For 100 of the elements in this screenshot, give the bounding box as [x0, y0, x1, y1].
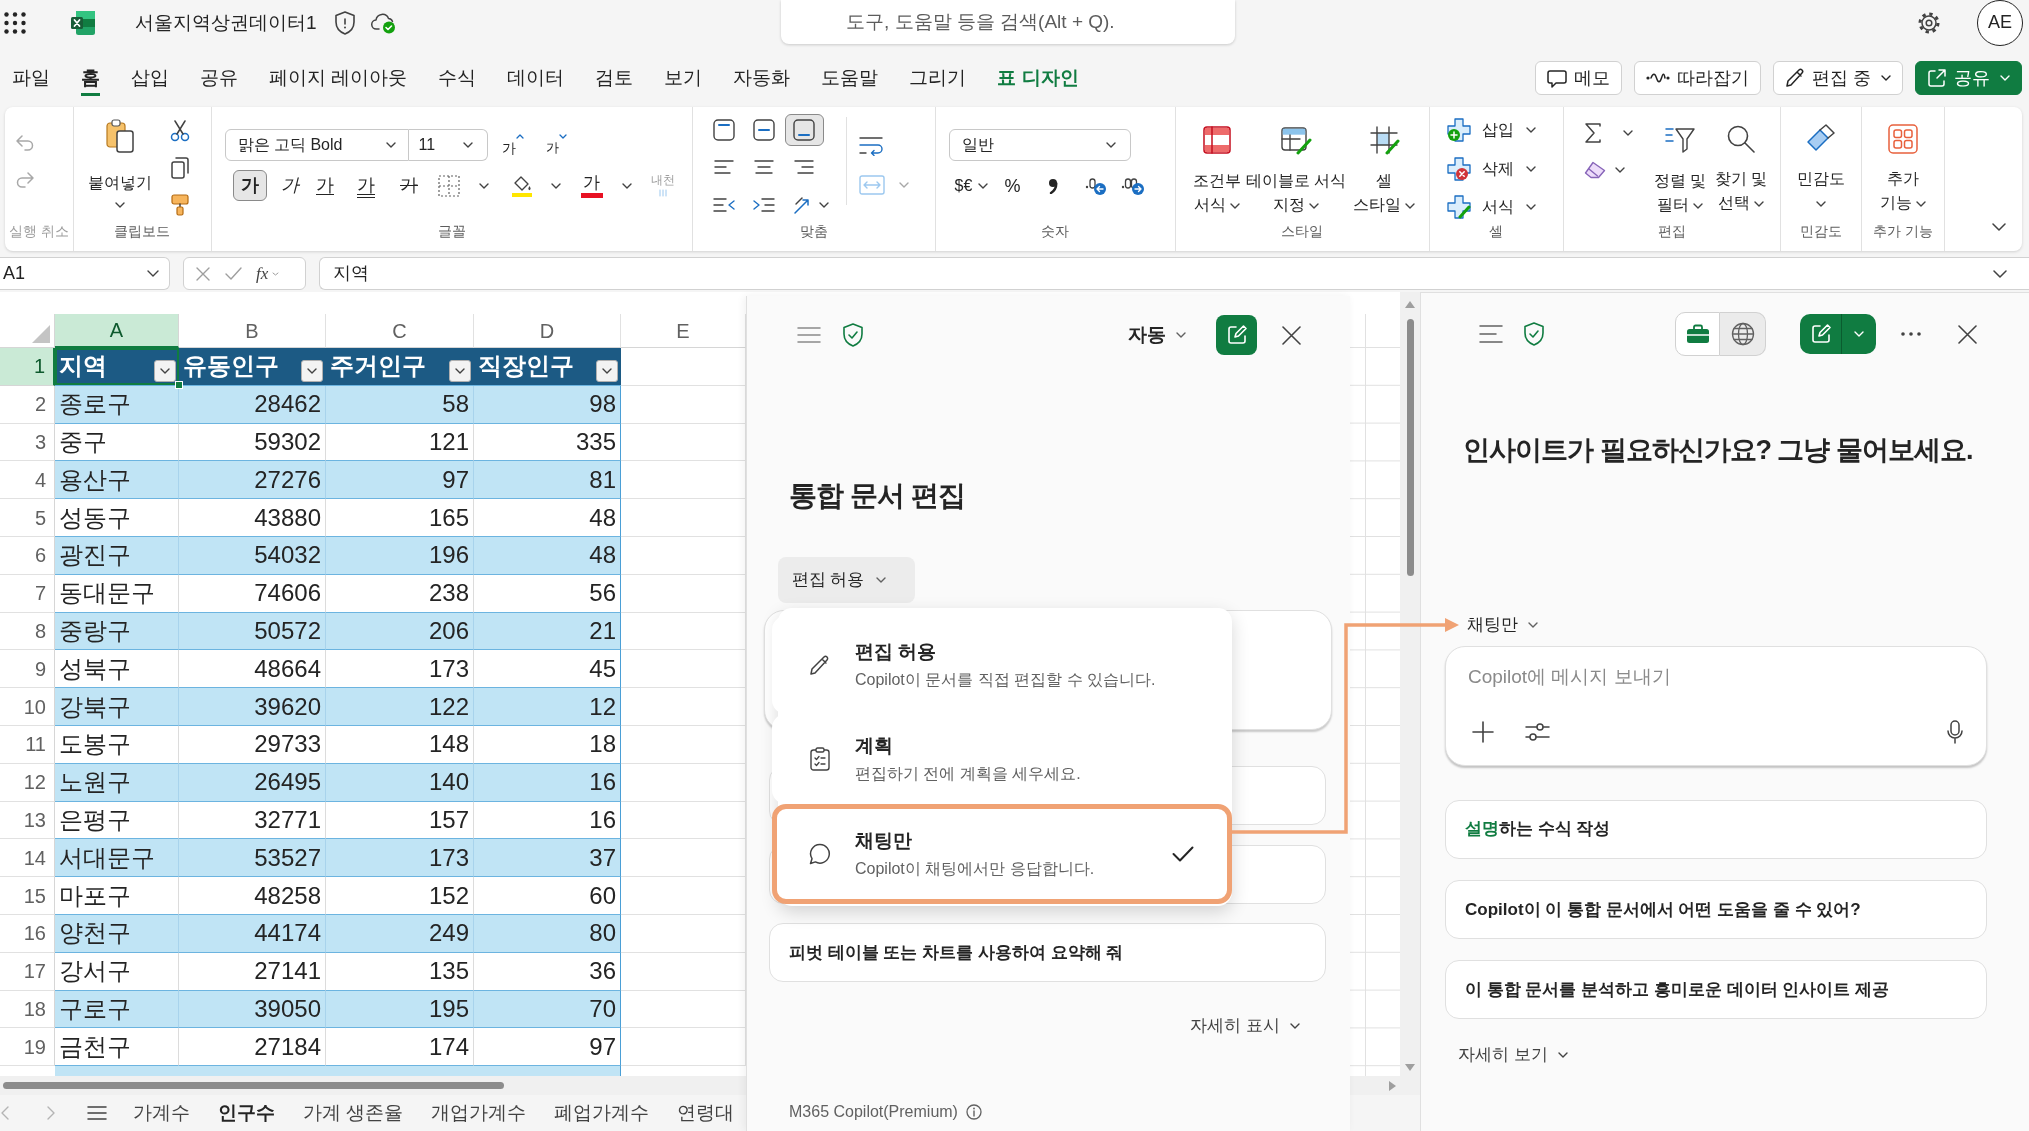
sort-filter-button[interactable]: 정렬 및 필터	[1650, 107, 1709, 215]
row-number[interactable]: 17	[0, 952, 55, 991]
editing-mode-button[interactable]: 편집 중	[1773, 61, 1903, 95]
ribbon-tab[interactable]: 보기	[664, 60, 703, 96]
row-number[interactable]: 8	[0, 612, 55, 651]
info-icon[interactable]	[965, 1104, 982, 1120]
grid-cell[interactable]	[621, 952, 746, 991]
sheet-tab[interactable]: 가계 생존율	[289, 1101, 418, 1125]
conditional-formatting-button[interactable]: 조건부 서식	[1189, 107, 1245, 215]
insert-cells-button[interactable]: 삽입	[1446, 118, 1563, 142]
filter-button[interactable]	[449, 360, 471, 383]
increase-decimal-icon[interactable]	[1085, 175, 1108, 196]
double-underline-button[interactable]: 가	[349, 170, 383, 201]
sheet-tab[interactable]: 폐업가계수	[540, 1101, 664, 1125]
ribbon-tab[interactable]: 도움말	[821, 60, 879, 96]
align-right-icon[interactable]	[794, 160, 814, 175]
fill-handle[interactable]	[175, 380, 183, 389]
sliders-icon[interactable]	[1525, 722, 1550, 742]
grid-cell[interactable]	[621, 688, 746, 726]
decrease-decimal-icon[interactable]	[1121, 175, 1146, 196]
table-header-cell[interactable]: 직장인구	[474, 348, 621, 386]
scissors-icon[interactable]	[169, 120, 190, 142]
ribbon-tab[interactable]: 데이터	[507, 60, 565, 96]
wrap-text-icon[interactable]	[859, 136, 883, 156]
table-header-cell[interactable]: 주거인구	[326, 348, 474, 386]
column-header[interactable]: B	[179, 314, 326, 348]
row-number[interactable]: 13	[0, 801, 55, 840]
format-as-table-button[interactable]: 테이블로 서식 지정	[1246, 107, 1346, 215]
eraser-icon[interactable]	[1583, 161, 1606, 179]
sheet-tab[interactable]: 가계수	[119, 1101, 204, 1125]
show-more-button[interactable]: 자세히 표시	[1190, 1014, 1300, 1038]
close-icon[interactable]	[1282, 325, 1301, 345]
row-number[interactable]: 11	[0, 725, 55, 764]
chevron-down-icon[interactable]	[978, 182, 989, 189]
scrollbar-thumb[interactable]	[1406, 319, 1414, 576]
menu-icon[interactable]	[87, 1106, 107, 1120]
microphone-icon[interactable]	[1947, 720, 1963, 744]
scope-tab[interactable]	[1720, 311, 1766, 357]
borders-icon[interactable]	[437, 174, 460, 197]
grid-cell[interactable]	[621, 1028, 746, 1067]
row-number[interactable]: 7	[0, 574, 55, 613]
currency-format-button[interactable]: $€	[954, 175, 973, 196]
column-header[interactable]: E	[621, 314, 746, 348]
filter-button[interactable]	[596, 360, 618, 383]
chevron-down-icon[interactable]	[819, 201, 829, 208]
ribbon-tab[interactable]: 페이지 레이아웃	[269, 60, 408, 96]
settings-icon[interactable]	[1917, 10, 1941, 35]
mode-dropdown-button[interactable]: 편집 허용	[777, 557, 915, 603]
ribbon-tab[interactable]: 자동화	[733, 60, 791, 96]
grid-cell[interactable]	[621, 725, 746, 764]
italic-button[interactable]: 가	[273, 170, 307, 201]
shield-icon[interactable]	[334, 10, 355, 35]
grid-cell[interactable]	[621, 499, 746, 537]
find-select-button[interactable]: 찾기 및 선택	[1711, 107, 1770, 215]
copy-icon[interactable]	[170, 157, 189, 179]
comment-button[interactable]: 메모	[1535, 61, 1622, 95]
font-name-dropdown[interactable]: 맑은 고딕 Bold	[224, 129, 409, 161]
scope-tab[interactable]	[1674, 311, 1721, 357]
number-format-dropdown[interactable]: 일반	[948, 129, 1131, 161]
row-number[interactable]: 1	[0, 348, 55, 386]
grid-cell[interactable]	[621, 763, 746, 802]
message-input[interactable]: Copilot에 메시지 보내기	[1468, 663, 1964, 691]
add-ins-button[interactable]: 추가 기능	[1872, 107, 1933, 215]
formula-input[interactable]: 지역	[318, 257, 2029, 290]
underline-button[interactable]: 가	[308, 170, 342, 201]
row-number[interactable]: 15	[0, 877, 55, 915]
more-icon[interactable]	[1900, 332, 1921, 336]
comma-style-icon[interactable]	[1048, 177, 1059, 194]
delete-cells-button[interactable]: 삭제	[1446, 156, 1563, 181]
row-number[interactable]: 16	[0, 914, 55, 953]
sheet-tab[interactable]: 인구수	[204, 1101, 289, 1125]
share-button[interactable]: 공유	[1915, 61, 2022, 95]
check-icon[interactable]	[225, 267, 242, 280]
grow-font-button[interactable]: 가	[502, 134, 524, 156]
search-field[interactable]: 도구, 도움말 등을 검색(Alt + Q).	[781, 0, 1235, 44]
ribbon-tab[interactable]: 파일	[12, 60, 50, 96]
grid-cell[interactable]	[621, 423, 746, 462]
grid-cell[interactable]	[621, 839, 746, 878]
strikethrough-button[interactable]: 가	[392, 170, 426, 201]
row-number[interactable]: 9	[0, 650, 55, 689]
row-number[interactable]: 18	[0, 990, 55, 1029]
ribbon-tab[interactable]: 그리기	[909, 60, 967, 96]
row-number[interactable]: 6	[0, 537, 55, 575]
new-chat-dropdown-button[interactable]	[1841, 314, 1876, 354]
insert-function-button[interactable]: fx	[256, 260, 280, 287]
sensitivity-button[interactable]: 민감도	[1790, 107, 1851, 215]
vertical-scrollbar[interactable]	[1400, 292, 1420, 1076]
ribbon-tab[interactable]: 홈	[81, 60, 100, 96]
paste-button[interactable]: 붙여넣기	[73, 107, 166, 215]
format-cells-button[interactable]: 서식	[1446, 195, 1563, 219]
ribbon-tab[interactable]: 검토	[595, 60, 634, 96]
sheet-tab[interactable]: 개업가계수	[417, 1101, 541, 1125]
grid-cell[interactable]	[621, 574, 746, 613]
row-number[interactable]: 4	[0, 461, 55, 500]
font-color-button[interactable]: 가	[577, 173, 606, 198]
grid-cell[interactable]	[621, 537, 746, 575]
column-header[interactable]: D	[474, 314, 621, 348]
shrink-font-button[interactable]: 가	[546, 134, 567, 156]
ribbon-tab[interactable]: 공유	[200, 60, 238, 96]
lines-icon[interactable]	[1479, 325, 1503, 343]
